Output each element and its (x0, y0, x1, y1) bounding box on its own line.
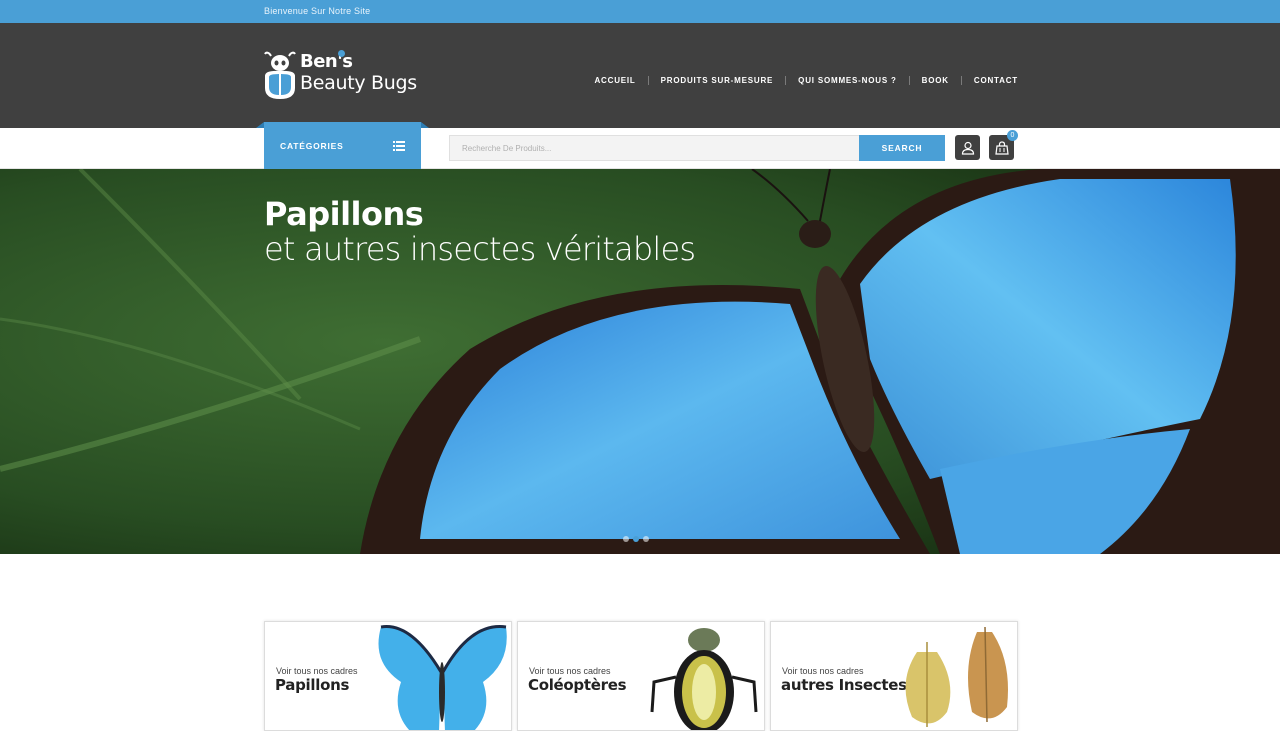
nav-item-accueil[interactable]: ACCUEIL (594, 76, 635, 85)
nav-item-book[interactable]: BOOK (922, 76, 949, 85)
account-button[interactable] (955, 135, 980, 160)
shopping-bag-icon (994, 140, 1009, 155)
hero-subtitle: et autres insectes véritables (264, 230, 696, 268)
nav-item-qui-sommes-nous[interactable]: QUI SOMMES-NOUS ? (798, 76, 897, 85)
brand-accent-dot (338, 50, 345, 57)
category-card-coleopteres[interactable]: Voir tous nos cadres Coléoptères (517, 621, 765, 731)
nav-item-contact[interactable]: CONTACT (974, 76, 1018, 85)
list-icon (393, 141, 405, 151)
product-search-input[interactable] (449, 135, 860, 161)
nav-item-produits-sur-mesure[interactable]: PRODUITS SUR-MESURE (661, 76, 774, 85)
site-logo[interactable]: Ben's Beauty Bugs (263, 50, 433, 102)
card-subtitle: Voir tous nos cadres (782, 666, 864, 676)
beetle-logo-icon (264, 51, 296, 99)
category-card-autres-insectes[interactable]: Voir tous nos cadres autres Insectes (770, 621, 1018, 731)
beetle-image (650, 628, 758, 730)
slider-dot-1[interactable] (623, 536, 629, 542)
blue-butterfly-image (378, 625, 507, 730)
brand-name-line-2: Beauty Bugs (300, 72, 417, 94)
top-bar: Bienvenue Sur Notre Site (0, 0, 1280, 23)
card-title: Coléoptères (528, 676, 627, 694)
card-subtitle: Voir tous nos cadres (276, 666, 358, 676)
category-card-papillons[interactable]: Voir tous nos cadres Papillons (264, 621, 512, 731)
search-button[interactable]: SEARCH (859, 135, 945, 161)
user-icon (961, 141, 974, 155)
welcome-text: Bienvenue Sur Notre Site (264, 6, 371, 16)
slider-pagination (623, 536, 649, 542)
leaf-insect-image (905, 626, 1008, 727)
card-title: Papillons (275, 676, 350, 694)
cart-button[interactable]: 0 (989, 130, 1018, 160)
categories-menu-button[interactable]: CATÉGORIES (256, 122, 429, 169)
nav-divider (960, 76, 962, 85)
slider-dot-3[interactable] (643, 536, 649, 542)
hero-title: Papillons (264, 195, 424, 233)
nav-divider (647, 76, 649, 85)
categories-label: CATÉGORIES (280, 141, 344, 151)
slider-dot-2[interactable] (633, 536, 639, 542)
nav-divider (785, 76, 787, 85)
search-toolbar: CATÉGORIES SEARCH 0 (0, 122, 1280, 169)
hero-slider: Papillons et autres insectes véritables (0, 169, 1280, 554)
nav-divider (908, 76, 910, 85)
main-nav: ACCUEIL PRODUITS SUR-MESURE QUI SOMMES-N… (594, 76, 1018, 85)
site-header: Ben's Beauty Bugs ACCUEIL PRODUITS SUR-M… (0, 23, 1280, 128)
blue-butterfly-hero-image (0, 169, 1280, 554)
card-subtitle: Voir tous nos cadres (529, 666, 611, 676)
cart-count-badge: 0 (1007, 130, 1018, 141)
category-cards: Voir tous nos cadres Papillons Voir tous… (264, 621, 1018, 731)
